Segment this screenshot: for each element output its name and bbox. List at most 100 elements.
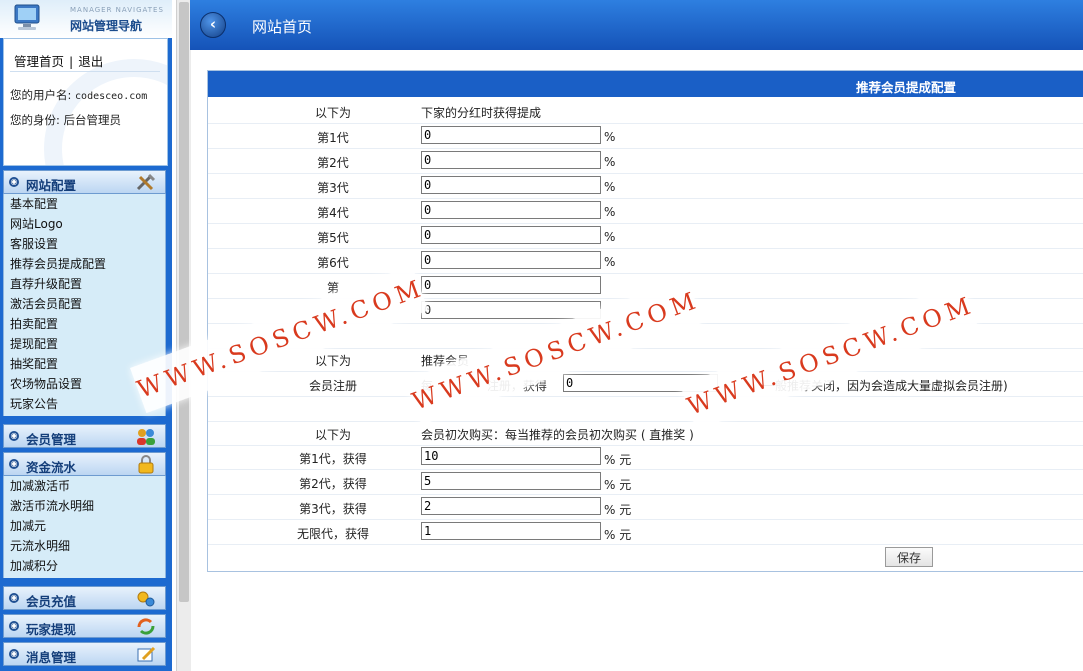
- sidebar-logo: MANAGER NAVIGATES 网站管理导航: [0, 0, 172, 38]
- gen5-row: 第5代 %: [208, 224, 1083, 249]
- gen2-input[interactable]: [421, 151, 601, 169]
- section1-desc: 下家的分红时获得提成: [421, 106, 542, 120]
- scrollbar-thumb[interactable]: [179, 2, 189, 602]
- section3-label: 以下为: [314, 428, 351, 442]
- form-header: 推荐会员提成配置: [208, 71, 1083, 97]
- gen4-label: 第4代: [317, 206, 349, 220]
- logout-link[interactable]: 退出: [78, 54, 103, 69]
- gen4-row: 第4代 %: [208, 199, 1083, 224]
- sidebar-item-adjust-yuan[interactable]: 加减元: [4, 516, 165, 536]
- message-edit-icon: [137, 646, 156, 662]
- purchase1-unit: % 元: [604, 453, 632, 467]
- section3-desc: 会员初次购买：每当推荐的会员初次购买 ( 直推奖 ): [421, 428, 694, 442]
- bullet-icon: ◉: [9, 459, 19, 469]
- purchase4-input[interactable]: [421, 522, 601, 540]
- bullet-icon: ◉: [9, 649, 19, 659]
- purchase2-input[interactable]: [421, 472, 601, 490]
- back-button[interactable]: ‹: [200, 12, 226, 38]
- section-label: 资金流水: [26, 460, 77, 475]
- section-site-config[interactable]: ◉ 网站配置: [3, 170, 166, 194]
- logo-title: 网站管理导航: [70, 19, 143, 33]
- section-label: 玩家提现: [26, 622, 77, 637]
- username-label: 您的用户名:: [10, 88, 72, 102]
- purchase1-row: 第1代，获得 % 元: [208, 445, 1083, 470]
- sidebar-item-auction-config[interactable]: 拍卖配置: [4, 314, 165, 334]
- gen8-input[interactable]: [421, 301, 601, 319]
- bullet-icon: ◉: [9, 593, 19, 603]
- gen3-input[interactable]: [421, 176, 601, 194]
- purchase2-label: 第2代，获得: [299, 477, 367, 491]
- users-icon: [137, 429, 155, 445]
- section1-row: 以下为 下家的分红时获得提成: [208, 99, 1083, 124]
- section3-row: 以下为 会员初次购买：每当推荐的会员初次购买 ( 直推奖 ): [208, 421, 1083, 446]
- section-member-management[interactable]: ◉ 会员管理: [3, 424, 166, 448]
- gen5-unit: %: [604, 230, 616, 244]
- gears-icon: [137, 591, 155, 607]
- sidebar: MANAGER NAVIGATES 网站管理导航 管理首页 | 退出 您的用户名: …: [0, 0, 172, 671]
- sidebar-item-basic-config[interactable]: 基本配置: [4, 194, 165, 214]
- gen3-label: 第3代: [317, 181, 349, 195]
- gen1-input[interactable]: [421, 126, 601, 144]
- divider: [10, 71, 160, 72]
- purchase2-unit: % 元: [604, 478, 632, 492]
- sidebar-item-service-settings[interactable]: 客服设置: [4, 234, 165, 254]
- refresh-icon: [137, 618, 155, 635]
- purchase3-label: 第3代，获得: [299, 502, 367, 516]
- user-info-panel: 管理首页 | 退出 您的用户名: codesceo.com 您的身份: 后台管理员: [3, 38, 168, 166]
- gen2-label: 第2代: [317, 156, 349, 170]
- gen6-unit: %: [604, 255, 616, 269]
- section-label: 会员管理: [26, 432, 77, 447]
- link-separator: |: [69, 54, 74, 69]
- purchase3-row: 第3代，获得 % 元: [208, 495, 1083, 520]
- bullet-icon: ◉: [9, 621, 19, 631]
- gen1-label: 第1代: [317, 131, 349, 145]
- sidebar-item-adjust-points[interactable]: 加减积分: [4, 556, 165, 576]
- save-button[interactable]: 保存: [885, 547, 933, 567]
- section-player-withdraw[interactable]: ◉ 玩家提现: [3, 614, 166, 638]
- gen4-input[interactable]: [421, 201, 601, 219]
- gen3-unit: %: [604, 180, 616, 194]
- sidebar-item-activate-member[interactable]: 激活会员配置: [4, 294, 165, 314]
- purchase2-row: 第2代，获得 % 元: [208, 470, 1083, 495]
- bullet-icon: ◉: [9, 431, 19, 441]
- sidebar-item-withdraw-config[interactable]: 提现配置: [4, 334, 165, 354]
- gen6-row: 第6代 %: [208, 249, 1083, 274]
- purchase3-unit: % 元: [604, 503, 632, 517]
- purchase1-label: 第1代，获得: [299, 452, 367, 466]
- gen2-unit: %: [604, 155, 616, 169]
- gen7-input[interactable]: [421, 276, 601, 294]
- sidebar-scrollbar[interactable]: [176, 0, 191, 671]
- gen5-input[interactable]: [421, 226, 601, 244]
- spacer-row-2: [208, 397, 1083, 422]
- section-label: 网站配置: [26, 178, 77, 193]
- sidebar-item-direct-upgrade[interactable]: 直荐升级配置: [4, 274, 165, 294]
- section-fund-flow[interactable]: ◉ 资金流水: [3, 452, 166, 476]
- computer-icon: [14, 4, 40, 30]
- sidebar-item-adjust-activation-coins[interactable]: 加减激活币: [4, 476, 165, 496]
- sidebar-item-site-logo[interactable]: 网站Logo: [4, 214, 165, 234]
- role-label: 您的身份:: [10, 113, 60, 127]
- sidebar-item-yuan-history[interactable]: 元流水明细: [4, 536, 165, 556]
- role-value: 后台管理员: [63, 113, 122, 127]
- sidebar-item-activation-coin-history[interactable]: 激活币流水明细: [4, 496, 165, 516]
- tools-icon: [136, 173, 156, 191]
- section-message-management[interactable]: ◉ 消息管理: [3, 642, 166, 666]
- fund-flow-list: 加减激活币 激活币流水明细 加减元 元流水明细 加减积分: [3, 476, 166, 578]
- gen1-unit: %: [604, 130, 616, 144]
- section-member-recharge[interactable]: ◉ 会员充值: [3, 586, 166, 610]
- page-title: 网站首页: [252, 18, 313, 36]
- section1-label: 以下为: [314, 106, 351, 120]
- admin-home-link[interactable]: 管理首页: [14, 54, 64, 69]
- register-row: 会员注册 每 注册，获得 一般推荐关闭，因为会造成大量虚拟会员注册): [208, 372, 1083, 397]
- username-value: codesceo.com: [75, 91, 148, 102]
- section2-row: 以下为 推荐会员: [208, 347, 1083, 372]
- gen4-unit: %: [604, 205, 616, 219]
- sidebar-item-referral-commission[interactable]: 推荐会员提成配置: [4, 254, 165, 274]
- purchase3-input[interactable]: [421, 497, 601, 515]
- gen3-row: 第3代 %: [208, 174, 1083, 199]
- section-label: 会员充值: [26, 594, 77, 609]
- gen2-row: 第2代 %: [208, 149, 1083, 174]
- purchase1-input[interactable]: [421, 447, 601, 465]
- logo-subtitle: MANAGER NAVIGATES: [70, 6, 164, 14]
- gen6-input[interactable]: [421, 251, 601, 269]
